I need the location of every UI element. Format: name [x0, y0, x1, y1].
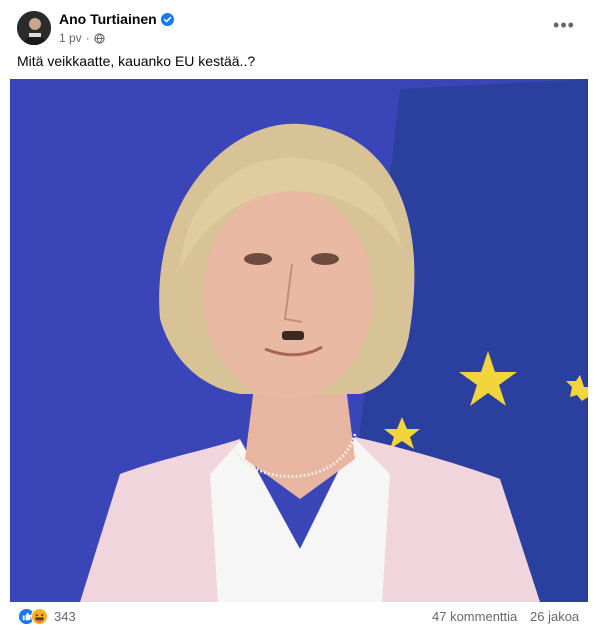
reaction-count[interactable]: 343: [54, 609, 76, 624]
shares-count[interactable]: 26 jakoa: [530, 609, 579, 624]
post-photo[interactable]: [10, 79, 588, 602]
reactions-summary[interactable]: 343: [18, 608, 76, 625]
post-time[interactable]: 1 pv: [59, 31, 82, 45]
meta-separator: ·: [85, 31, 90, 45]
comments-count[interactable]: 47 kommenttia: [432, 609, 517, 624]
verified-badge-icon: [160, 12, 174, 26]
post-text: Mitä veikkaatte, kauanko EU kestää..?: [17, 53, 256, 69]
more-options-icon[interactable]: •••: [550, 14, 578, 36]
mustache: [282, 331, 304, 340]
post-card: Ano Turtiainen 1 pv · ••• Mitä veikkaatt…: [0, 0, 600, 630]
post-meta: 1 pv ·: [59, 31, 105, 45]
globe-icon: [94, 32, 105, 44]
author-name[interactable]: Ano Turtiainen: [59, 11, 157, 27]
haha-icon: [31, 608, 48, 625]
author-name-row[interactable]: Ano Turtiainen: [59, 11, 174, 27]
author-avatar[interactable]: [17, 11, 51, 45]
post-footer: 343 47 kommenttia 26 jakoa: [0, 602, 600, 630]
